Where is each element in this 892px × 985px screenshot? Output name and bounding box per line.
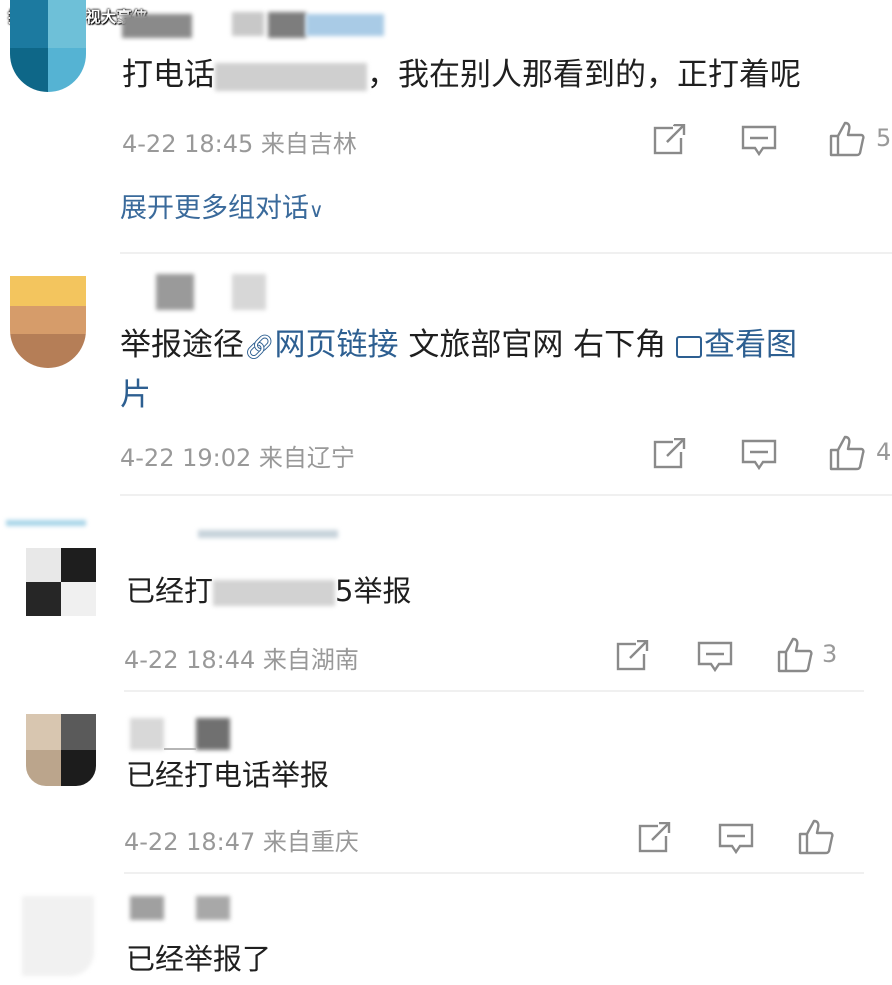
redacted-phone [215,62,367,91]
comment-meta: 4-22 19:02 来自辽宁 [120,444,355,472]
redacted-phone [213,580,336,606]
like-count: 5 [876,124,892,152]
comment-icon[interactable] [741,124,777,158]
divider [124,872,864,874]
avatar[interactable] [22,896,94,976]
like-icon[interactable] [828,120,866,158]
comment-text: 打电话 ，我在别人那看到的，正打着呢 [122,57,801,93]
comment-icon[interactable] [718,822,754,856]
comment-text: 举报途径🔗︎网页链接 文旅部官网 右下角 查看图 [120,327,798,363]
avatar[interactable] [26,714,96,786]
avatar[interactable] [10,0,86,92]
like-icon[interactable] [776,636,814,674]
share-icon[interactable] [653,438,687,470]
username[interactable] [122,14,192,38]
avatar[interactable] [26,548,96,616]
share-icon[interactable] [616,640,650,672]
comment-icon[interactable] [741,438,777,472]
share-icon[interactable] [653,124,687,156]
expand-more-button[interactable]: 展开更多组对话∨ [120,186,324,225]
avatar[interactable] [10,276,86,368]
divider [120,252,892,254]
view-image-link-continued[interactable]: 片 [120,372,151,418]
view-image-link[interactable]: 查看图 [676,327,797,363]
username[interactable] [130,718,164,750]
link-icon: 🔗︎ [244,333,275,361]
comment-text: 已经打电话举报 [126,758,330,792]
comment-meta: 4-22 18:45 来自吉林 [122,130,357,158]
username[interactable] [130,896,164,920]
web-link[interactable]: 🔗︎网页链接 [244,327,398,363]
like-icon[interactable] [828,434,866,472]
image-icon [676,335,703,358]
username[interactable] [156,274,194,310]
comment-text: 已经打 5举报 [126,574,412,608]
username-extra [232,12,264,36]
like-count: 4 [876,438,892,466]
chevron-down-icon: ∨ [309,198,324,222]
comment-text: 已经举报了 [126,942,272,976]
like-count: 3 [822,640,838,668]
divider [120,494,892,496]
comment-meta: 4-22 18:44 来自湖南 [124,646,359,674]
divider [124,690,864,692]
comment-icon[interactable] [697,640,733,674]
comment-meta: 4-22 18:47 来自重庆 [124,828,359,856]
share-icon[interactable] [638,822,672,854]
like-icon[interactable] [797,818,835,856]
